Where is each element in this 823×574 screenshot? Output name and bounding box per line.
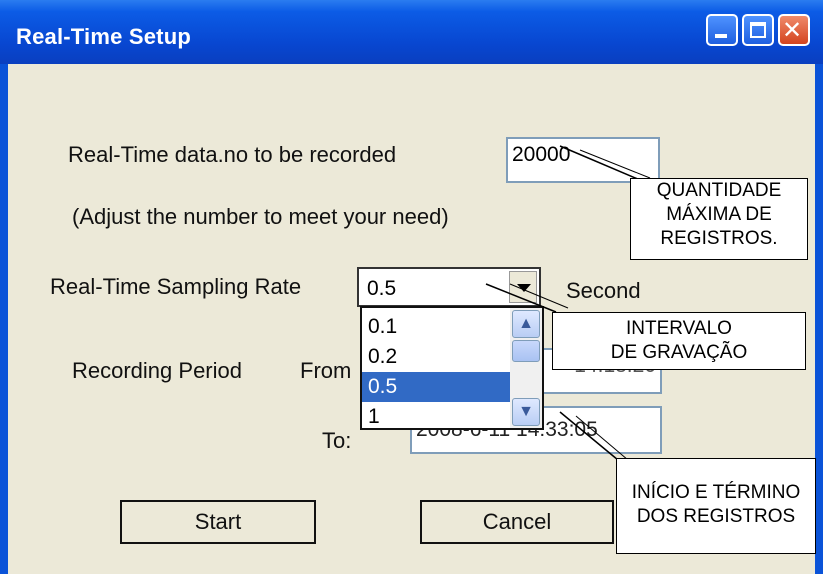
records-callout: QUANTIDADE MÁXIMA DE REGISTROS. [630, 178, 808, 260]
period-callout: INÍCIO E TÉRMINO DOS REGISTROS [616, 458, 816, 554]
rate-callout-line1: INTERVALO [626, 318, 732, 339]
records-callout-line1: QUANTIDADE [656, 180, 782, 201]
period-callout-line1: INÍCIO E TÉRMINO [631, 482, 801, 503]
rate-callout-line2: DE GRAVAÇÃO [610, 342, 748, 363]
period-callout-line2: DOS REGISTROS [636, 506, 796, 527]
rate-callout: INTERVALO DE GRAVAÇÃO [552, 312, 806, 370]
records-callout-line3: REGISTROS. [660, 228, 778, 249]
records-callout-line2: MÁXIMA DE [666, 204, 772, 225]
